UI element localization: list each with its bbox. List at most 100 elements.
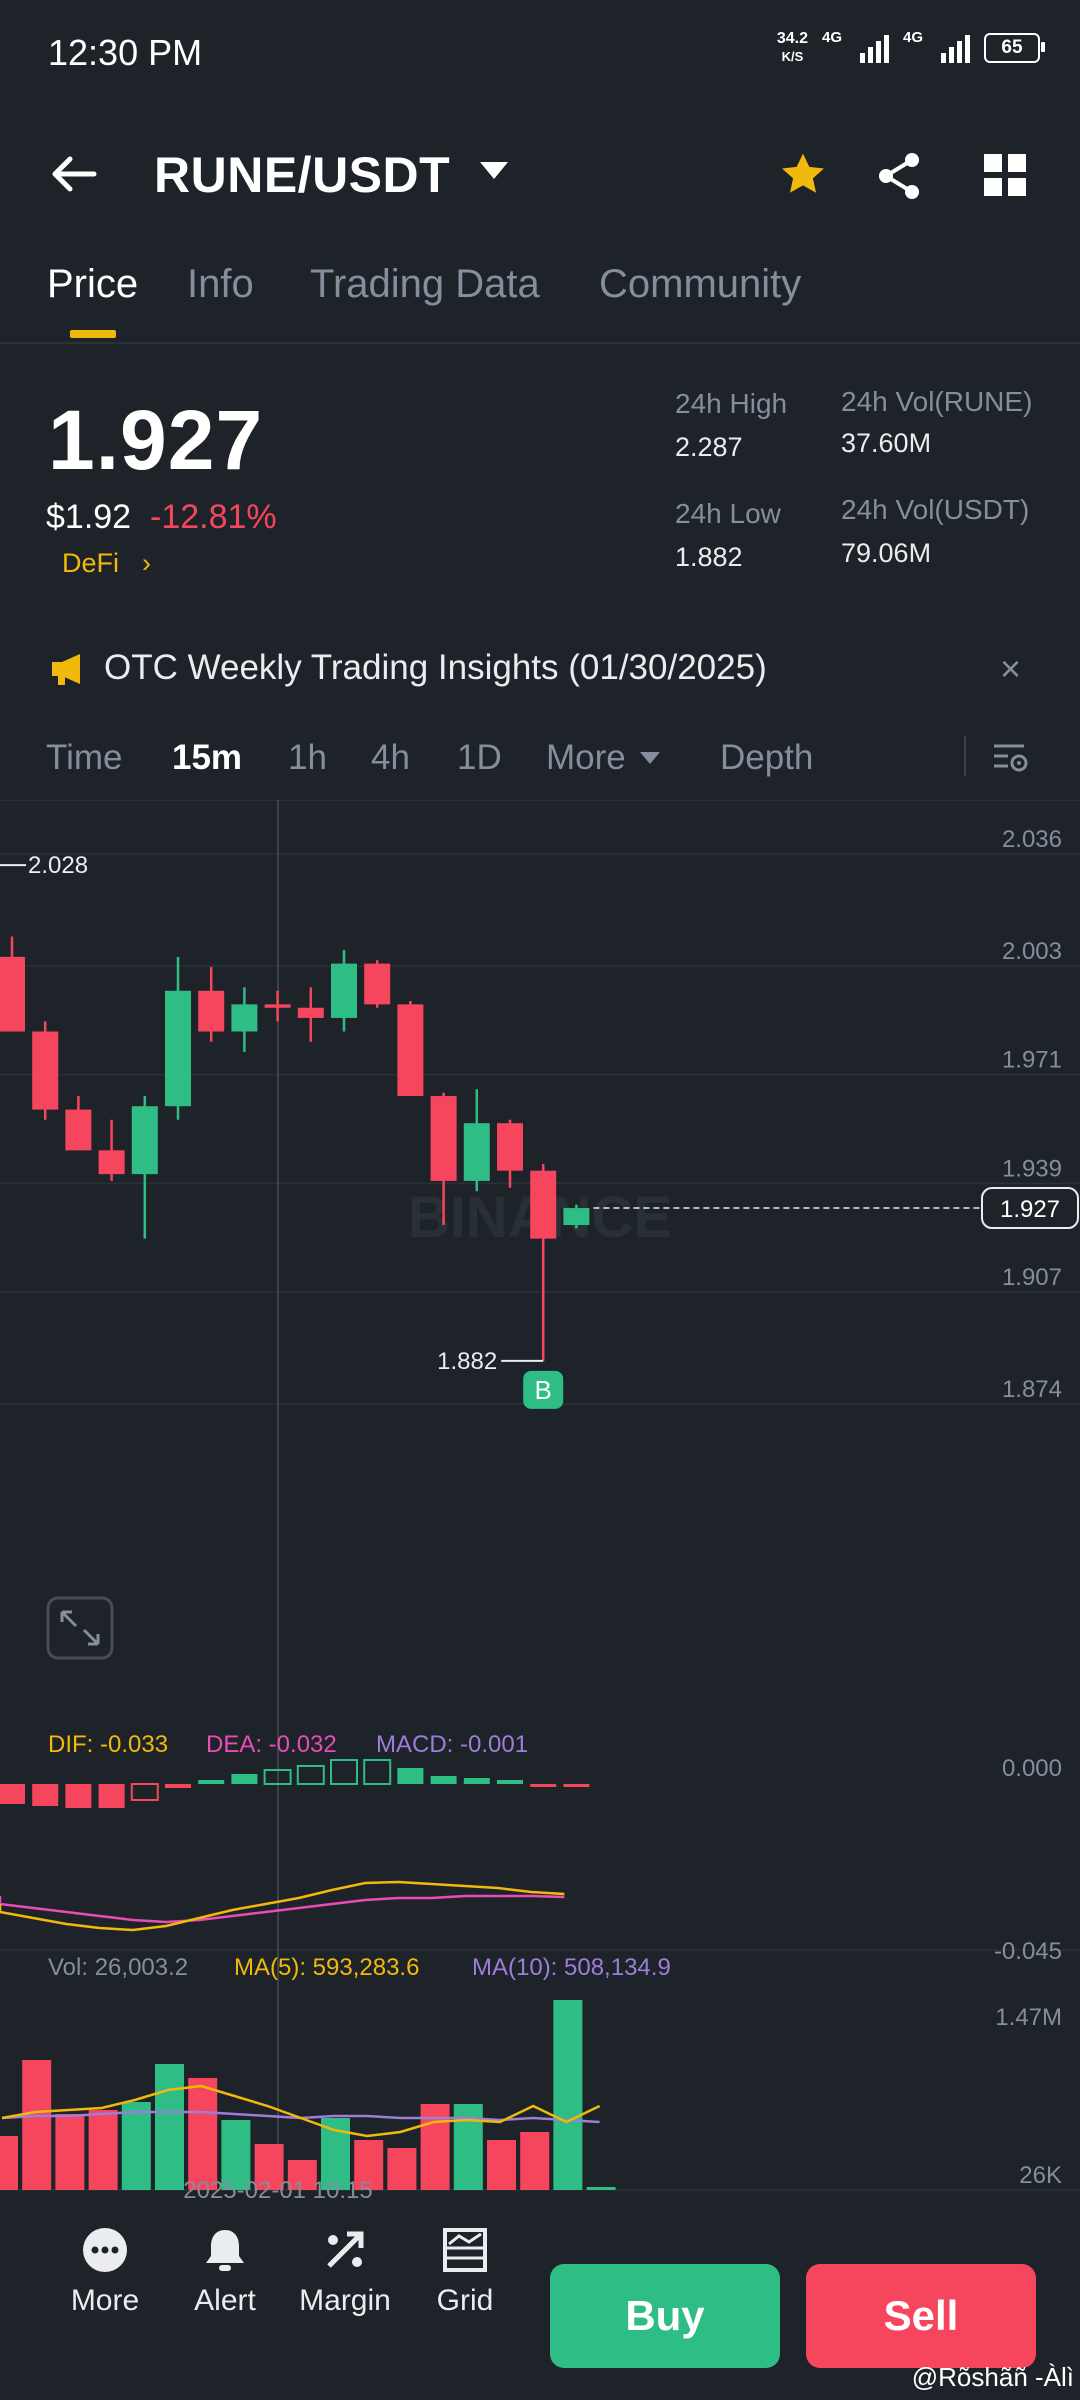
volume-bar: [553, 2000, 583, 2190]
macd-bar: [530, 1784, 557, 1787]
expand-icon[interactable]: [46, 1596, 114, 1660]
price-axis-label: 1.939: [1002, 1155, 1062, 1182]
macd-bar: [198, 1780, 225, 1784]
interval-4h[interactable]: 4h: [371, 738, 410, 778]
status-indicators: 34.2 K/S 4G 4G 65: [777, 29, 1045, 66]
candle: [98, 1150, 125, 1175]
macd-value-label: MACD: -0.001: [376, 1731, 528, 1758]
nav-more[interactable]: More: [50, 2226, 160, 2318]
more-dots-icon: [83, 2228, 127, 2272]
buy-button[interactable]: Buy: [550, 2264, 780, 2368]
macd-bar: [130, 1783, 159, 1801]
macd-dif-line: [0, 1880, 565, 1932]
price-chart[interactable]: 2.0362.0031.9711.9391.9071.874 BINANCE 2…: [0, 800, 1080, 2200]
nav-margin[interactable]: Margin: [290, 2226, 400, 2318]
megaphone-icon: [52, 654, 80, 685]
announcement-text[interactable]: OTC Weekly Trading Insights (01/30/2025): [104, 648, 767, 688]
tab-community[interactable]: Community: [599, 262, 801, 307]
volume-bar: [88, 2110, 118, 2190]
usd-price: $1.92: [46, 498, 132, 536]
candle: [430, 1096, 457, 1181]
low-marker-label: 1.882: [437, 1348, 497, 1375]
nav-grid[interactable]: Grid: [410, 2226, 520, 2318]
sell-button[interactable]: Sell: [806, 2264, 1036, 2368]
candle: [530, 1170, 557, 1239]
macd-bar: [231, 1774, 258, 1784]
tab-trading-data[interactable]: Trading Data: [310, 262, 540, 307]
candle: [165, 990, 191, 1107]
nav-alert-label: Alert: [194, 2284, 256, 2317]
tab-price[interactable]: Price: [47, 262, 138, 307]
high-marker-label: 2.028: [28, 852, 88, 879]
chevron-right-icon[interactable]: ›: [142, 548, 151, 579]
macd-bar: [563, 1784, 590, 1787]
chevron-down-icon[interactable]: [480, 162, 508, 179]
macd-bar: [497, 1780, 523, 1784]
candle: [297, 1007, 324, 1018]
candle: [497, 1123, 523, 1171]
back-arrow-icon[interactable]: [48, 148, 100, 200]
close-icon[interactable]: ×: [1000, 648, 1021, 690]
interval-time[interactable]: Time: [46, 738, 122, 778]
star-icon[interactable]: [776, 148, 830, 202]
category-tag[interactable]: DeFi: [62, 548, 119, 579]
candle: [364, 963, 391, 1005]
interval-1h[interactable]: 1h: [288, 738, 327, 778]
candle: [397, 1004, 424, 1097]
share-icon[interactable]: [872, 148, 928, 204]
candle: [0, 956, 25, 1032]
last-price: 1.927: [48, 393, 264, 487]
macd-bar: [0, 1784, 25, 1804]
divider: [964, 736, 966, 776]
interval-depth[interactable]: Depth: [720, 738, 813, 778]
current-price-label: 1.927: [1000, 1196, 1060, 1223]
macd-bar: [397, 1768, 424, 1784]
status-time: 12:30 PM: [48, 32, 203, 73]
stat-vol-base-label: 24h Vol(RUNE): [841, 386, 1033, 417]
candle: [131, 1106, 158, 1175]
sim1-label: 4G: [822, 29, 843, 46]
volume-bar: [387, 2148, 417, 2190]
volume-axis-label: 1.47M: [995, 2004, 1062, 2031]
macd-axis-label: -0.045: [994, 1938, 1062, 1965]
candle: [264, 1004, 291, 1008]
volume-bar: [0, 2136, 18, 2190]
interval-15m[interactable]: 15m: [172, 738, 242, 778]
tab-info[interactable]: Info: [187, 262, 254, 307]
nav-grid-label: Grid: [436, 2284, 494, 2317]
interval-more[interactable]: More: [546, 738, 626, 778]
chevron-down-icon[interactable]: [640, 752, 660, 764]
stat-vol-quote-label: 24h Vol(USDT): [841, 494, 1030, 525]
buy-signal-label: B: [535, 1375, 552, 1405]
volume-bar: [121, 2102, 151, 2190]
stat-low-label: 24h Low: [675, 498, 781, 529]
macd-axis-label: 0.000: [1002, 1755, 1062, 1782]
nav-margin-label: Margin: [299, 2284, 391, 2317]
pair-selector[interactable]: RUNE/USDT: [154, 146, 450, 204]
active-tab-indicator: [70, 330, 116, 338]
candle: [32, 1031, 59, 1110]
volume-bar: [55, 2114, 85, 2190]
volume-bar: [520, 2132, 550, 2190]
macd-dea-label: DEA: -0.032: [206, 1731, 337, 1758]
nav-more-label: More: [70, 2284, 140, 2317]
grid-bot-icon: [443, 2228, 487, 2272]
network-speed: 34.2 K/S: [777, 30, 808, 66]
nav-alert[interactable]: Alert: [170, 2226, 280, 2318]
candle: [563, 1208, 590, 1226]
stat-vol-base-value: 37.60M: [841, 428, 932, 458]
candle: [463, 1123, 490, 1181]
price-axis-label: 1.874: [1002, 1376, 1062, 1403]
grid-icon[interactable]: [984, 154, 1026, 196]
volume-axis-label: 26K: [1019, 2162, 1062, 2189]
price-axis-label: 1.971: [1002, 1047, 1062, 1074]
interval-1d[interactable]: 1D: [457, 738, 502, 778]
signal-icon: 4G: [822, 29, 889, 63]
candle: [198, 990, 225, 1032]
network-speed-value: 34.2: [776, 30, 808, 47]
macd-bar: [330, 1759, 358, 1785]
macd-bar: [65, 1784, 92, 1808]
chart-settings-icon[interactable]: [990, 738, 1030, 778]
macd-dif-label: DIF: -0.033: [48, 1731, 168, 1758]
volume-ma5-label: MA(5): 593,283.6: [234, 1954, 419, 1981]
